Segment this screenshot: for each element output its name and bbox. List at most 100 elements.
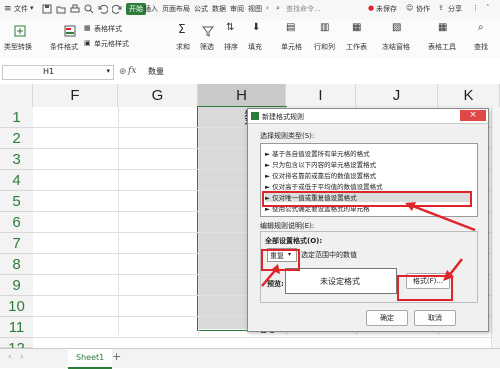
collapse-icon[interactable]: ˆ [486,4,490,12]
menu-file[interactable]: 文件 [14,4,28,14]
more-icon[interactable]: ⋮ [472,4,479,12]
filter-icon [201,25,215,37]
search-command-input[interactable]: 查找命令... [286,4,321,14]
select-all-corner[interactable] [0,84,33,107]
type-convert-button[interactable]: 类型转换 [4,42,32,52]
rule-option-label: 仅对高于或低于平均值的数值设置格式 [272,183,383,191]
ok-button[interactable]: 确定 [366,310,408,326]
formula-input[interactable]: 数量 [148,66,164,77]
preview-text: 未设定格式 [320,277,360,286]
sum-button[interactable]: 求和 [176,42,190,52]
tab-view[interactable]: 视图 [248,4,262,14]
row-col-button[interactable]: 行和列 [314,42,335,52]
preview-icon[interactable] [84,4,94,15]
red-arrow-icon [261,264,280,287]
hamburger-icon[interactable]: ≡ [4,4,12,14]
sort-button[interactable]: 排序 [224,42,238,52]
row-header-9[interactable]: 9 [0,275,33,296]
vertical-scrollbar[interactable] [491,107,500,348]
tab-insert[interactable]: 插入 [144,4,158,14]
rule-option[interactable]: ► 只为包含以下内容的单元格设置格式 [265,159,471,169]
next-sheet-icon[interactable]: › [20,352,24,362]
row-header-8[interactable]: 8 [0,254,33,275]
table-style-icon: ▦ [84,24,91,32]
table-style-button[interactable]: 表格样式 [94,24,122,34]
tab-sheet1[interactable]: Sheet1 [68,349,113,369]
cancel-button[interactable]: 取消 [414,310,456,326]
tab-review[interactable]: 审阅 [230,4,244,14]
chevron-right-icon[interactable]: › [266,4,269,12]
worksheet-button[interactable]: 工作表 [346,42,367,52]
row-header-1[interactable]: 1 [0,107,33,128]
tab-formula[interactable]: 公式 [194,4,208,14]
unsaved-icon: ● [368,4,375,12]
tab-page-layout[interactable]: 页面布局 [162,4,190,14]
undo-icon[interactable] [98,4,109,15]
rule-option-label: 仅对排名靠前或靠后的数值设置格式 [272,172,377,180]
edit-desc-label: 编辑规则说明(E): [260,222,315,230]
sheet-tab-bar: ‹ › Sheet1 + [0,348,500,369]
row-header-3[interactable]: 3 [0,149,33,170]
chevron-down-icon[interactable]: ▾ [30,4,34,12]
rule-option-label: 只为包含以下内容的单元格设置格式 [272,161,377,169]
row-header-5[interactable]: 5 [0,191,33,212]
cell-button[interactable]: 单元格 [281,42,302,52]
menu-bar: ≡ 文件 ▾ 开始 插入 页面布局 公式 数据 审阅 视图 › ⌕ 查找命令..… [0,0,500,21]
ribbon-toolbar: 类型转换 条件格式 ▦ 表格样式 ▣ 单元格样式 Σ 求和 筛选 ⇅ 排序 ⬇ … [0,20,500,59]
share-icon: ⇪ [438,4,444,12]
row-header-10[interactable]: 10 [0,296,33,317]
rule-option[interactable]: ► 仅对高于或低于平均值的数值设置格式 [265,181,471,191]
freeze-pane-button[interactable]: 冻结窗格 [382,42,410,52]
name-box[interactable]: H1 ▾ [2,65,114,80]
column-header-k[interactable]: K [438,84,500,107]
find-icon: ⌕ [478,22,484,33]
filter-button[interactable]: 筛选 [200,42,214,52]
find-button[interactable]: 查找 [474,42,488,52]
cell-style-icon: ▣ [84,39,91,47]
row-header-4[interactable]: 4 [0,170,33,191]
preview-box: 未设定格式 [285,268,397,294]
fill-button[interactable]: 填充 [248,42,262,52]
add-sheet-icon[interactable]: + [112,350,121,363]
column-header-j[interactable]: J [356,84,438,107]
rule-option-label: 基于各自值设置所有单元格的格式 [272,150,370,158]
print-icon[interactable] [70,4,80,15]
zoom-icon[interactable]: ⊕ [119,67,127,77]
collab-button[interactable]: 协作 [416,4,430,14]
column-header-g[interactable]: G [118,84,198,107]
type-convert-icon [14,25,26,37]
rule-option[interactable]: ► 基于各自值设置所有单元格的格式 [265,148,471,158]
folder-icon[interactable] [56,4,66,15]
row-header-11[interactable]: 11 [0,317,33,338]
chevron-down-icon: ▾ [106,67,110,75]
search-icon: ⌕ [276,4,280,12]
redo-icon[interactable] [111,4,122,15]
dialog-titlebar[interactable]: 新建格式规则 × [248,109,488,124]
tab-data[interactable]: 数据 [212,4,226,14]
red-arrow-icon [443,258,463,281]
cell-style-button[interactable]: 单元格样式 [94,39,129,49]
prev-sheet-icon[interactable]: ‹ [8,352,12,362]
share-button[interactable]: 分享 [448,4,462,14]
conditional-format-button[interactable]: 条件格式 [50,42,78,52]
close-icon[interactable]: × [460,110,486,121]
sum-icon: Σ [178,22,186,36]
unsaved-status[interactable]: 未保存 [376,4,397,14]
dropdown-suffix: 选定范围中的数值 [301,251,357,259]
row-header-6[interactable]: 6 [0,212,33,233]
table-tools-button[interactable]: 表格工具 [428,42,456,52]
fx-icon[interactable]: fx [128,66,136,76]
conditional-format-icon [64,25,76,37]
freeze-pane-icon: ▧ [392,22,402,33]
row-header-7[interactable]: 7 [0,233,33,254]
row-header-12[interactable]: 12 [0,338,33,357]
column-header-i[interactable]: I [286,84,356,107]
rule-option[interactable]: ► 仅对排名靠前或靠后的数值设置格式 [265,170,471,180]
tab-start[interactable]: 开始 [126,3,146,15]
column-header-h[interactable]: H [198,84,286,107]
cell-reference: H1 [43,67,55,76]
table-tools-icon: ▦ [438,22,448,33]
row-header-2[interactable]: 2 [0,128,33,149]
save-icon[interactable] [42,4,52,15]
column-header-f[interactable]: F [33,84,118,107]
